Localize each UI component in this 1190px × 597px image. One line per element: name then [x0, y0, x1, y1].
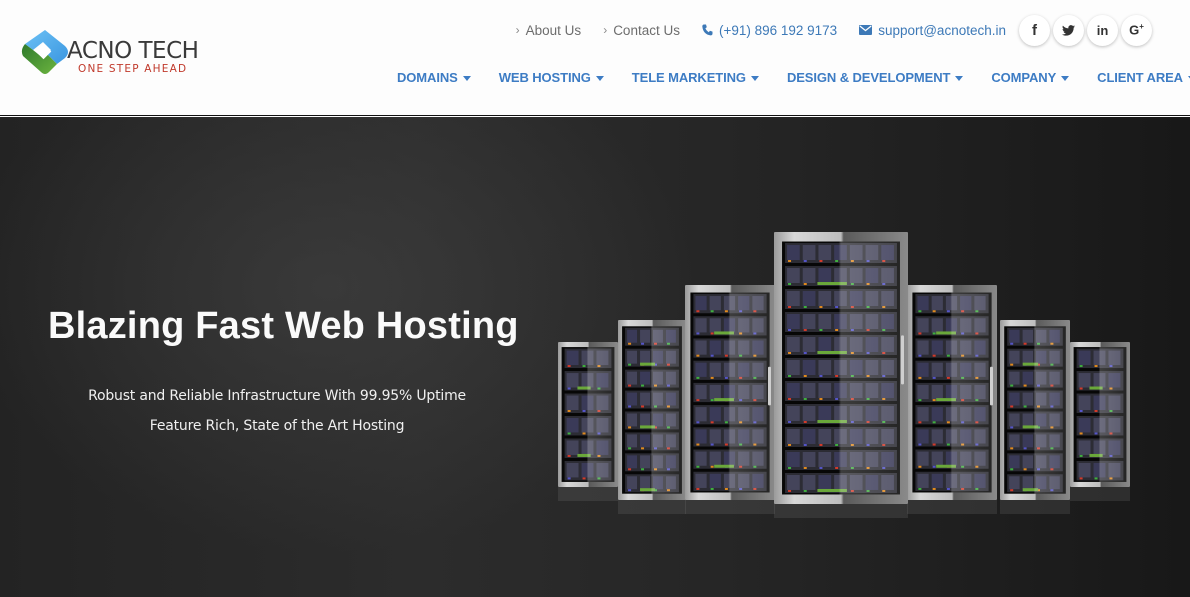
- nav-design-development[interactable]: DESIGN & DEVELOPMENT: [786, 70, 964, 85]
- phone-number: (+91) 896 192 9173: [718, 22, 838, 38]
- server-rack: [558, 342, 618, 501]
- facebook-icon: f: [1032, 21, 1037, 39]
- nav-client-area-label: CLIENT AREA: [1097, 70, 1183, 85]
- chevron-right-icon: ›: [603, 23, 608, 37]
- nav-web-hosting-label: WEB HOSTING: [498, 70, 591, 85]
- caret-down-icon: [462, 75, 471, 81]
- nav-domains-label: DOMAINS: [397, 70, 458, 85]
- nav-company[interactable]: COMPANY: [991, 70, 1070, 85]
- caret-down-icon: [1061, 75, 1070, 81]
- nav-client-area[interactable]: CLIENT AREA: [1097, 70, 1190, 85]
- about-us-link[interactable]: › About Us: [516, 23, 582, 38]
- email-address: support@acnotech.in: [878, 22, 1006, 38]
- twitter-icon: [1062, 24, 1075, 36]
- linkedin-button[interactable]: in: [1087, 14, 1118, 46]
- hero-subtitle-line1: Robust and Reliable Infrastructure With …: [88, 388, 466, 404]
- caret-down-icon: [595, 75, 604, 81]
- logo-title: ACNO TECH: [67, 38, 199, 64]
- server-rack: [774, 232, 908, 518]
- nav-web-hosting[interactable]: WEB HOSTING: [499, 70, 604, 85]
- google-plus-button[interactable]: G+: [1121, 14, 1152, 46]
- envelope-icon: [859, 25, 873, 35]
- server-racks-illustration: [558, 232, 1130, 518]
- top-bar: › About Us › Contact Us (+91) 896 192 91…: [516, 14, 1152, 46]
- logo-icon: [21, 30, 68, 74]
- server-rack: [685, 285, 775, 514]
- server-rack: [1070, 342, 1130, 501]
- hero-subtitle-line2: Feature Rich, State of the Art Hosting: [149, 418, 405, 434]
- twitter-button[interactable]: [1053, 14, 1084, 46]
- social-links: f in G+: [1016, 14, 1152, 46]
- caret-down-icon: [955, 75, 964, 81]
- server-rack: [1000, 320, 1070, 514]
- server-rack: [907, 285, 997, 514]
- main-nav: DOMAINS WEB HOSTING TELE MARKETING DESIG…: [397, 70, 1190, 85]
- logo[interactable]: ACNO TECH ONE STEP AHEAD: [21, 28, 221, 80]
- caret-down-icon: [750, 75, 759, 81]
- contact-us-label: Contact Us: [613, 22, 680, 38]
- email-link[interactable]: support@acnotech.in: [859, 23, 1006, 38]
- phone-icon: [702, 24, 713, 36]
- server-rack: [618, 320, 686, 514]
- logo-tagline: ONE STEP AHEAD: [78, 63, 188, 75]
- site-header: ACNO TECH ONE STEP AHEAD › About Us › Co…: [0, 0, 1190, 116]
- about-us-label: About Us: [525, 22, 582, 38]
- contact-us-link[interactable]: › Contact Us: [603, 23, 680, 38]
- facebook-button[interactable]: f: [1019, 14, 1050, 46]
- nav-tele-marketing[interactable]: TELE MARKETING: [632, 70, 759, 85]
- chevron-right-icon: ›: [515, 23, 520, 37]
- hero-title: Blazing Fast Web Hosting: [48, 305, 519, 347]
- phone-link[interactable]: (+91) 896 192 9173: [702, 23, 837, 38]
- nav-company-label: COMPANY: [991, 70, 1057, 85]
- nav-domains[interactable]: DOMAINS: [397, 70, 471, 85]
- hero-banner: Blazing Fast Web Hosting Robust and Reli…: [0, 117, 1190, 597]
- linkedin-icon: in: [1096, 22, 1109, 38]
- google-plus-icon: G+: [1129, 22, 1144, 38]
- nav-design-development-label: DESIGN & DEVELOPMENT: [786, 70, 951, 85]
- nav-tele-marketing-label: TELE MARKETING: [631, 70, 746, 85]
